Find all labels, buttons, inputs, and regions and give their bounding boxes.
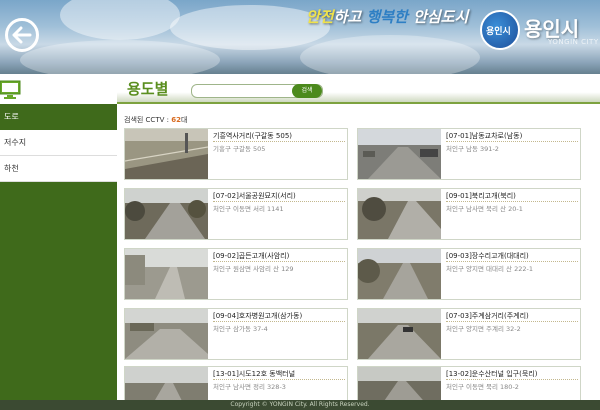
divider [213,379,345,380]
cctv-thumbnail [358,367,441,401]
divider [213,321,345,322]
result-count-number: 62 [171,116,181,124]
cctv-name: [09-01]북리고개(북리) [446,192,516,200]
cctv-address: 처인구 양지면 주계리 32-2 [446,325,521,333]
cctv-card[interactable]: [09-04]호자병원고개(삼가동) 처인구 삼가동 37-4 [124,308,348,360]
city-name-english: YONGIN CITY [548,38,599,46]
cctv-thumbnail [125,189,208,239]
cctv-address: 처인구 남사면 정리 328-3 [213,383,286,391]
copyright-text: Copyright © YONGIN City. All Rights Rese… [230,401,370,408]
cctv-name: [09-04]호자병원고개(삼가동) [213,312,303,320]
result-count-unit: 대 [180,116,188,124]
cctv-card[interactable]: [07-01]남동교차로(남동) 처인구 남동 391-2 [357,128,581,180]
divider [213,141,345,142]
back-button[interactable] [5,18,39,52]
cctv-name: [09-02]곱든고개(사암리) [213,252,290,260]
cctv-address: 처인구 삼가동 37-4 [213,325,268,333]
divider [213,261,345,262]
cctv-name: [13-01]시도12호 동백터널 [213,370,296,378]
sidebar-item-reservoir[interactable]: 저수지 [0,130,117,156]
cctv-thumbnail [358,249,441,299]
cctv-card[interactable]: [07-02]서울공원묘지(서리) 처인구 이동면 서리 1141 [124,188,348,240]
cctv-thumbnail [125,309,208,359]
divider [446,379,578,380]
cctv-name: [13-02]운수산터널 입구(묵리) [446,370,538,378]
result-count: 검색된 CCTV : 62대 [124,115,187,125]
cloud-decoration [60,0,180,40]
cctv-card[interactable]: [09-02]곱든고개(사암리) 처인구 원삼면 사암리 산 129 [124,248,348,300]
cctv-address: 처인구 이동면 서리 1141 [213,205,284,213]
cctv-thumbnail [358,309,441,359]
slogan-word: 하고 [333,8,367,26]
cctv-card[interactable]: [09-03]장수리고개(대대리) 처인구 양지면 대대리 산 222-1 [357,248,581,300]
search-button[interactable]: 검색 [292,84,322,98]
divider [446,321,578,322]
cctv-address: 처인구 남동 391-2 [446,145,499,153]
cctv-thumbnail [125,129,208,179]
cctv-address: 기흥구 구갈동 505 [213,145,266,153]
cctv-card[interactable]: [13-01]시도12호 동백터널 처인구 남사면 정리 328-3 [124,366,348,402]
divider [446,201,578,202]
divider [446,261,578,262]
cctv-thumbnail [125,367,208,401]
city-slogan: 안전하고 행복한 안심도시 [306,6,468,27]
sidebar-header [0,74,117,104]
cctv-card[interactable]: [13-02]운수산터널 입구(묵리) 처인구 이동면 묵리 180-2 [357,366,581,402]
cctv-card[interactable]: [09-01]북리고개(북리) 처인구 남사면 북리 산 20-1 [357,188,581,240]
cctv-name: [07-01]남동교차로(남동) [446,132,523,140]
cctv-thumbnail [358,129,441,179]
footer: Copyright © YONGIN City. All Rights Rese… [0,400,600,410]
cctv-name: [07-02]서울공원묘지(서리) [213,192,296,200]
cctv-address: 처인구 이동면 묵리 180-2 [446,383,519,391]
cloud-decoration [300,35,480,74]
title-bar: 용도별 검색 [117,74,600,104]
slogan-word-happy: 행복한 [366,8,408,26]
sidebar-item-stream[interactable]: 하천 [0,156,117,182]
page-title: 용도별 [127,80,169,98]
cctv-address: 처인구 원삼면 사암리 산 129 [213,265,294,273]
cctv-card[interactable]: [07-03]주계삼거리(주계리) 처인구 양지면 주계리 32-2 [357,308,581,360]
cctv-name: [09-03]장수리고개(대대리) [446,252,529,260]
cctv-address: 처인구 양지면 대대리 산 222-1 [446,265,533,273]
cloud-decoration [20,40,220,74]
logo-text: 용인시 [486,27,511,37]
monitor-icon [0,80,21,99]
header-banner: 안전하고 행복한 안심도시 용인시 용인시 YONGIN CITY [0,0,600,74]
divider [446,141,578,142]
main-content: 용도별 검색 검색된 CCTV : 62대 기흥역사거리(구갈동 505) 기흥… [117,74,600,402]
cctv-name: 기흥역사거리(구갈동 505) [213,132,293,140]
slogan-word-safe: 안전 [306,8,334,26]
cctv-card[interactable]: 기흥역사거리(구갈동 505) 기흥구 구갈동 505 [124,128,348,180]
result-count-label: 검색된 CCTV : [124,116,172,124]
sidebar-item-road[interactable]: 도로 [0,104,117,130]
arrow-left-icon [12,26,32,44]
cctv-name: [07-03]주계삼거리(주계리) [446,312,529,320]
divider [213,201,345,202]
cctv-address: 처인구 남사면 북리 산 20-1 [446,205,523,213]
slogan-word: 안심도시 [407,8,469,26]
cctv-thumbnail [125,249,208,299]
cctv-thumbnail [358,189,441,239]
city-logo-icon: 용인시 [480,10,520,50]
sidebar: 도로 저수지 하천 [0,74,117,400]
